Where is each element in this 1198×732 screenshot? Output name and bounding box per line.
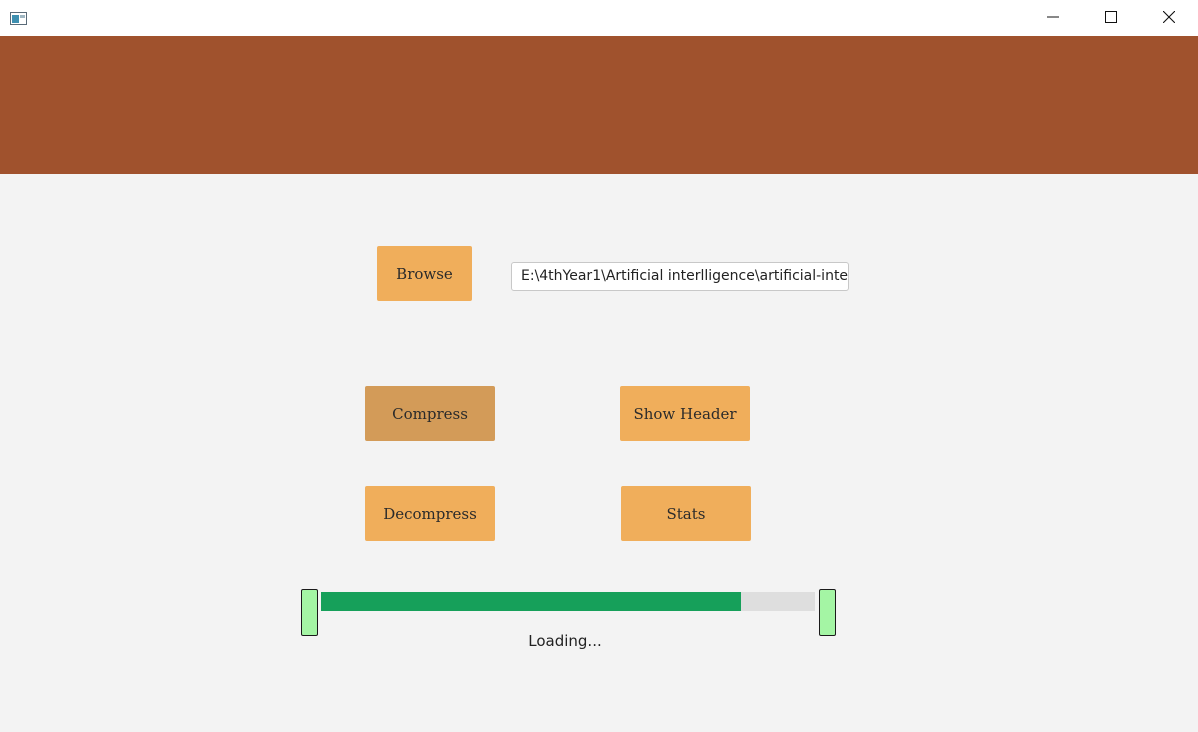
progress-left-handle[interactable] (301, 589, 318, 636)
app-window-icon (10, 10, 27, 25)
close-icon (1163, 11, 1175, 23)
app-window: Browse E:\4thYear1\Artificial interllige… (0, 0, 1198, 732)
stats-button[interactable]: Stats (621, 486, 751, 541)
minimize-button[interactable] (1024, 0, 1082, 34)
progress-bar-fill (321, 592, 741, 611)
show-header-button[interactable]: Show Header (620, 386, 750, 441)
browse-button[interactable]: Browse (377, 246, 472, 301)
header-banner (0, 36, 1198, 174)
maximize-button[interactable] (1082, 0, 1140, 34)
minimize-icon (1047, 11, 1059, 23)
loading-status-label: Loading... (528, 632, 602, 650)
close-button[interactable] (1140, 0, 1198, 34)
progress-bar (321, 592, 815, 611)
compress-button[interactable]: Compress (365, 386, 495, 441)
file-path-field[interactable]: E:\4thYear1\Artificial interlligence\art… (511, 262, 849, 291)
title-bar[interactable] (0, 0, 1198, 36)
maximize-icon (1105, 11, 1117, 23)
decompress-button[interactable]: Decompress (365, 486, 495, 541)
progress-right-handle[interactable] (819, 589, 836, 636)
